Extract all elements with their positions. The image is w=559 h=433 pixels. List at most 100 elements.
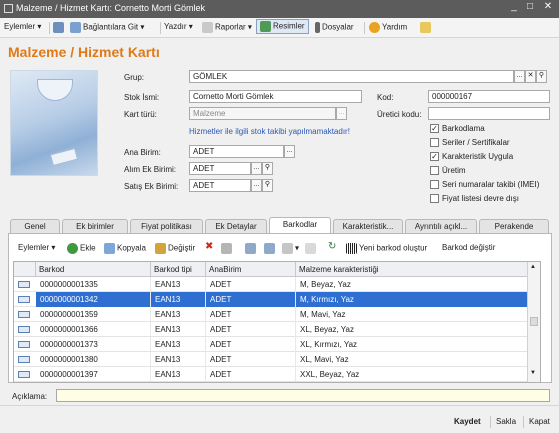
cell-tip: EAN13 [151, 307, 206, 322]
column-header[interactable]: Barkod [36, 262, 151, 277]
table-row[interactable]: 0000000001373 EAN13 ADET XL, Kırmızı, Yaz [14, 337, 528, 352]
checkbox-box[interactable]: ✓ [430, 124, 439, 134]
checkbox-0[interactable]: ✓ Barkodlama [430, 124, 485, 134]
cell-birim: ADET [206, 307, 296, 322]
uretici-kodu-label: Üretici kodu: [377, 110, 422, 119]
filter-button[interactable] [264, 243, 277, 254]
table-row[interactable]: 0000000001397 EAN13 ADET XXL, Beyaz, Yaz [14, 367, 528, 382]
uretici-kodu-field[interactable] [428, 107, 550, 120]
checkbox-1[interactable]: Seriler / Sertifikalar [430, 138, 510, 148]
ana-birim-select-button[interactable]: ... [284, 145, 295, 158]
maximize-button[interactable]: □ [523, 1, 537, 12]
tab-7[interactable]: Perakende [479, 219, 549, 233]
grup-search-button[interactable]: ⚲ [536, 70, 547, 83]
ana-birim-field[interactable]: ADET [189, 145, 284, 158]
tab-0[interactable]: Genel [10, 219, 60, 233]
picture-icon [260, 21, 271, 32]
refresh-button[interactable] [53, 22, 66, 33]
sort-button[interactable] [245, 243, 258, 254]
satis-ek-birimi-field[interactable]: ADET [189, 179, 251, 192]
satis-select-button[interactable]: ... [251, 179, 262, 192]
scroll-up-arrow[interactable]: ▲ [530, 264, 538, 272]
table-scrollbar[interactable]: ▲ ▼ [527, 262, 540, 382]
tab-6[interactable]: Ayrıntılı açıkl... [405, 219, 477, 233]
menu-yardim[interactable]: Yardım [369, 22, 407, 33]
copy-icon [104, 243, 115, 254]
kart-turu-field[interactable]: Malzeme [189, 107, 336, 120]
cell-birim: ADET [206, 367, 296, 382]
tab-3[interactable]: Ek Detaylar [205, 219, 267, 233]
menu-yazdir[interactable]: Yazdır ▾ [164, 22, 193, 31]
hide-button[interactable]: Sakla [496, 417, 516, 426]
checkbox-3[interactable]: Üretim [430, 166, 466, 176]
tab-1[interactable]: Ek birimler [62, 219, 128, 233]
alim-ek-birimi-field[interactable]: ADET [189, 162, 251, 175]
cell-kar: XXL, Beyaz, Yaz [296, 367, 528, 382]
tab-2[interactable]: Fiyat politikası [130, 219, 203, 233]
checkbox-box[interactable]: ✓ [430, 152, 439, 162]
checkbox-box[interactable] [430, 166, 439, 176]
cell-barkod: 0000000001366 [36, 322, 151, 337]
close-form-button[interactable]: Kapat [529, 417, 550, 426]
table-row[interactable]: 0000000001380 EAN13 ADET XL, Mavi, Yaz [14, 352, 528, 367]
barcode-row-icon [18, 341, 30, 348]
column-header[interactable]: Malzeme karakteristiği [296, 262, 528, 277]
column-header[interactable]: AnaBirim [206, 262, 296, 277]
tab-4[interactable]: Barkodlar [269, 217, 331, 234]
clear-filter-button[interactable] [305, 243, 318, 254]
scroll-down-arrow[interactable]: ▼ [530, 370, 538, 378]
minimize-button[interactable]: _ [507, 1, 521, 12]
checkbox-4[interactable]: Seri numaralar takibi (IMEI) [430, 180, 539, 190]
checkbox-5[interactable]: Fiyat listesi devre dışı [430, 194, 519, 204]
alim-select-button[interactable]: ... [251, 162, 262, 175]
column-header[interactable]: Barkod tipi [151, 262, 206, 277]
stok-name-field[interactable]: Cornetto Morti Gömlek [189, 90, 362, 103]
table-row[interactable]: 0000000001335 EAN13 ADET M, Beyaz, Yaz [14, 277, 528, 292]
copy-button[interactable]: Kopyala [104, 243, 146, 254]
menu-baglantilar[interactable]: Bağlantılara Git ▾ [70, 22, 144, 33]
checkbox-box[interactable] [430, 194, 439, 204]
grid-eylemler-menu[interactable]: Eylemler ▾ [18, 243, 55, 252]
new-barcode-button[interactable]: Yeni barkod oluştur [346, 243, 427, 254]
aciklama-field[interactable] [56, 389, 550, 402]
product-image[interactable] [10, 70, 98, 176]
close-button[interactable]: ✕ [541, 1, 555, 12]
menu-dosyalar[interactable]: Dosyalar [315, 22, 354, 33]
cell-birim: ADET [206, 352, 296, 367]
grup-field[interactable]: GÖMLEK [189, 70, 514, 83]
table-row[interactable]: 0000000001359 EAN13 ADET M, Mavi, Yaz [14, 307, 528, 322]
checkbox-box[interactable] [430, 138, 439, 148]
kart-turu-select-button[interactable]: ... [336, 107, 347, 120]
mail-button[interactable] [420, 22, 433, 33]
tab-5[interactable]: Karakteristik... [333, 219, 403, 233]
add-button[interactable]: Ekle [67, 243, 96, 254]
grid-settings-button[interactable] [221, 243, 234, 254]
grup-select-button[interactable]: ... [514, 70, 525, 83]
save-button[interactable]: Kaydet [454, 417, 481, 426]
checkbox-2[interactable]: ✓ Karakteristik Uygula [430, 152, 513, 162]
table-row[interactable]: 0000000001366 EAN13 ADET XL, Beyaz, Yaz [14, 322, 528, 337]
delete-button[interactable]: ✖ [205, 241, 213, 252]
footer-separator [490, 416, 491, 428]
grup-clear-button[interactable]: ✕ [525, 70, 536, 83]
barcode-row-icon [18, 326, 30, 333]
refresh-grid-button[interactable]: ↻ [328, 241, 336, 252]
checkbox-label: Fiyat listesi devre dışı [442, 194, 519, 203]
edit-button[interactable]: Değiştir [155, 243, 195, 254]
menu-eylemler[interactable]: Eylemler ▾ [4, 22, 41, 31]
kod-field[interactable]: 000000167 [428, 90, 550, 103]
search-icon: ⚲ [538, 72, 545, 79]
change-barcode-button[interactable]: Barkod değiştir [442, 243, 495, 252]
satis-search-button[interactable]: ⚲ [262, 179, 273, 192]
table-row[interactable]: 0000000001342 EAN13 ADET M, Kırmızı, Yaz [14, 292, 528, 307]
cell-barkod: 0000000001373 [36, 337, 151, 352]
checkbox-box[interactable] [430, 180, 439, 190]
search-icon: ⚲ [264, 164, 271, 171]
scroll-thumb[interactable] [530, 317, 538, 326]
stock-hint-link[interactable]: Hizmetler ile ilgili stok takibi yapılma… [189, 127, 350, 136]
title-bar: Malzeme / Hizmet Kartı: Cornetto Morti G… [0, 0, 559, 18]
menu-raporlar[interactable]: Raporlar ▾ [202, 22, 252, 33]
alim-search-button[interactable]: ⚲ [262, 162, 273, 175]
menu-resimler[interactable]: Resimler [256, 19, 309, 34]
filter-options-button[interactable]: ▾ [282, 243, 299, 254]
